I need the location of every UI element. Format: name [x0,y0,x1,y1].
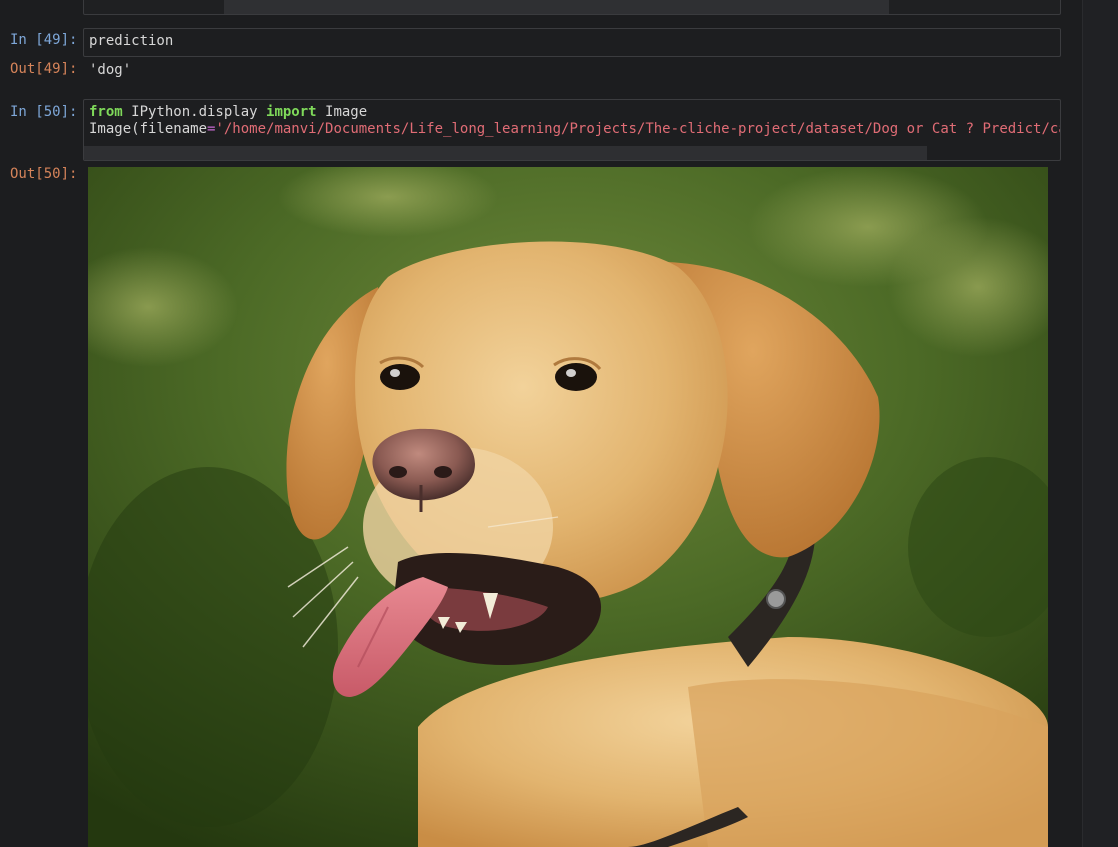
cell-50-out-prompt: Out[50]: [10,166,78,182]
keyword-from: from [89,104,123,120]
right-gutter [1082,0,1118,847]
previous-cell-output [83,0,1061,15]
cell-49-output: 'dog' [89,62,132,78]
call-text: Image(filename [89,121,208,137]
cell-49-input[interactable]: prediction [83,28,1061,57]
cell-50-in-prompt: In [50]: [10,104,78,120]
cell-50-code-line-1[interactable]: from IPython.display import Image [84,100,1060,121]
code-horizontal-scrollbar[interactable] [84,146,927,160]
filename-string: '/home/manvi/Documents/Life_long_learnin… [215,121,1061,137]
horizontal-scrollbar[interactable] [224,0,889,14]
import-name: Image [316,104,368,120]
cell-49-out-prompt: Out[49]: [10,61,78,77]
cell-50-code-line-2[interactable]: Image(filename='/home/manvi/Documents/Li… [84,121,1060,138]
keyword-import: import [266,104,317,120]
module-name: IPython.display [122,104,267,120]
cell-50-input[interactable]: from IPython.display import Image Image(… [83,99,1061,161]
cell-49-in-prompt: In [49]: [10,32,78,48]
dog-photo [88,167,1048,847]
notebook-page: In [49]: prediction Out[49]: 'dog' In [5… [0,0,1118,847]
cell-49-code[interactable]: prediction [84,29,1060,50]
